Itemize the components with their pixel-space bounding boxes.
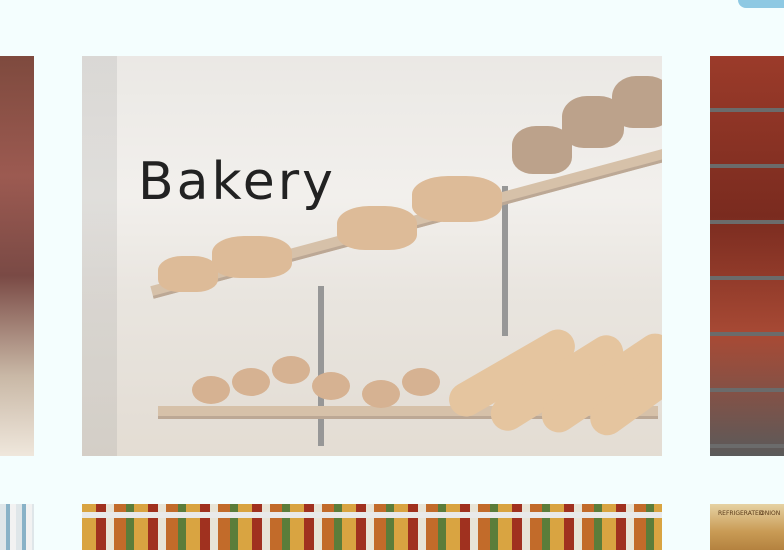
category-tile-frozen[interactable] — [710, 56, 784, 456]
category-tile-deli[interactable] — [0, 56, 34, 456]
tile-title-bakery: Bakery — [138, 152, 336, 212]
category-tile-dairy[interactable] — [0, 504, 34, 550]
top-right-button[interactable] — [738, 0, 784, 8]
frozen-photo — [710, 56, 784, 456]
product-label-right: ONION — [760, 510, 781, 517]
deli-photo — [0, 56, 34, 456]
snacks-photo: REFRIGERATED ONION — [710, 504, 784, 550]
category-tile-snacks[interactable]: REFRIGERATED ONION — [710, 504, 784, 550]
dairy-photo — [0, 504, 34, 550]
pantry-photo — [82, 504, 662, 550]
bakery-overlay — [82, 56, 662, 456]
category-tile-bakery[interactable]: Bakery — [82, 56, 662, 456]
product-label-left: REFRIGERATED — [718, 510, 764, 517]
category-tile-pantry[interactable] — [82, 504, 662, 550]
